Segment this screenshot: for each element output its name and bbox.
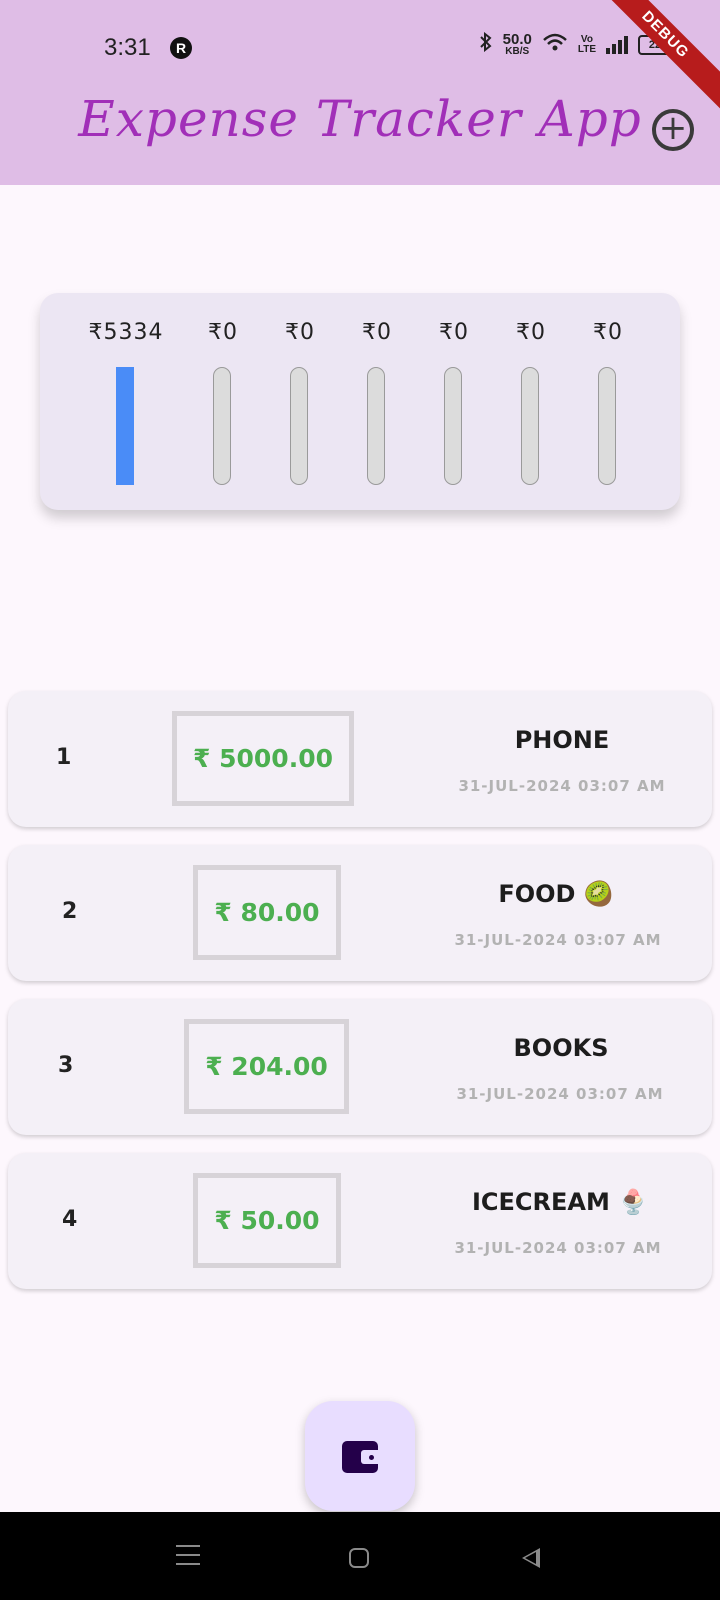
expense-item[interactable]: 2 ₹ 80.00 FOOD 🥝 31-JUL-2024 03:07 AM — [8, 845, 712, 981]
notification-app-icon: R — [170, 37, 192, 59]
home-button[interactable] — [339, 1538, 379, 1578]
volte-label-bottom: LTE — [577, 43, 596, 55]
chart-bar-column: ₹0 — [260, 293, 340, 510]
chart-bar-value-label: ₹0 — [208, 320, 238, 345]
add-expense-button[interactable]: + — [652, 109, 694, 151]
expense-item[interactable]: 1 ₹ 5000.00 PHONE 31-JUL-2024 03:07 AM — [8, 691, 712, 827]
chart-bar-value-label: ₹0 — [593, 320, 623, 345]
wallet-icon — [342, 1441, 378, 1473]
chart-bar — [116, 367, 134, 485]
wifi-icon — [542, 32, 568, 57]
status-icons: 50.0 KB/S Vo LTE 22 — [479, 31, 672, 57]
expense-index: 3 — [58, 1053, 74, 1078]
app-bar: 3:31 R 50.0 KB/S Vo LTE 22 Expense Track… — [0, 0, 720, 185]
expense-date: 31-JUL-2024 03:07 AM — [454, 931, 662, 949]
expense-date: 31-JUL-2024 03:07 AM — [454, 1239, 662, 1257]
chart-bar-column: ₹5334 — [86, 293, 166, 510]
chart-bar-column: ₹0 — [568, 293, 648, 510]
system-nav-bar — [0, 1512, 720, 1600]
chart-bar-track — [213, 367, 231, 485]
back-button[interactable] — [512, 1538, 552, 1578]
wallet-fab-button[interactable] — [305, 1401, 415, 1511]
network-speed-value: 50.0 — [502, 31, 532, 48]
expense-index: 4 — [62, 1207, 78, 1232]
expense-title: FOOD 🥝 — [498, 880, 614, 908]
expense-item[interactable]: 3 ₹ 204.00 BOOKS 31-JUL-2024 03:07 AM — [8, 999, 712, 1135]
expense-title: ICECREAM 🍨 — [471, 1188, 649, 1216]
chart-bar-value-label: ₹0 — [362, 320, 392, 345]
expense-item[interactable]: 4 ₹ 50.00 ICECREAM 🍨 31-JUL-2024 03:07 A… — [8, 1153, 712, 1289]
expense-amount: ₹ 80.00 — [193, 865, 341, 960]
network-speed-unit: KB/S — [505, 46, 530, 57]
expense-amount: ₹ 50.00 — [193, 1173, 341, 1268]
menu-icon[interactable] — [168, 1538, 208, 1578]
bluetooth-icon — [479, 31, 493, 57]
expense-title: PHONE — [514, 726, 610, 754]
chart-bar-track — [598, 367, 616, 485]
expense-date: 31-JUL-2024 03:07 AM — [458, 777, 666, 795]
expense-amount: ₹ 5000.00 — [172, 711, 354, 806]
chart-bar-track — [521, 367, 539, 485]
chart-bar-column: ₹0 — [414, 293, 494, 510]
home-icon — [349, 1548, 369, 1568]
chart-bar-value-label: ₹0 — [439, 320, 469, 345]
volte-icon: Vo LTE — [577, 34, 596, 55]
add-circle-icon: + — [658, 108, 688, 148]
expense-index: 2 — [62, 899, 78, 924]
app-title: Expense Tracker App — [78, 90, 642, 148]
chart-bar-column: ₹0 — [337, 293, 417, 510]
chart-bar-track — [444, 367, 462, 485]
status-time: 3:31 — [104, 34, 151, 61]
signal-icon — [606, 35, 628, 54]
chart-bar-track — [367, 367, 385, 485]
expense-title: BOOKS — [513, 1034, 609, 1062]
chart-bar-value-label: ₹0 — [516, 320, 546, 345]
expense-date: 31-JUL-2024 03:07 AM — [456, 1085, 664, 1103]
network-speed: 50.0 KB/S — [503, 32, 532, 57]
chart-bar-column: ₹0 — [183, 293, 263, 510]
expense-index: 1 — [56, 745, 72, 770]
chart-bar-track — [290, 367, 308, 485]
chart-bar-column: ₹0 — [491, 293, 571, 510]
expense-amount: ₹ 204.00 — [184, 1019, 349, 1114]
chart-bar-track — [116, 367, 134, 485]
back-icon — [522, 1548, 540, 1568]
chart-bar-value-label: ₹5334 — [88, 320, 164, 345]
expense-chart: ₹5334 ₹0 ₹0 ₹0 ₹0 ₹0 ₹0 — [40, 293, 680, 510]
chart-bar-value-label: ₹0 — [285, 320, 315, 345]
